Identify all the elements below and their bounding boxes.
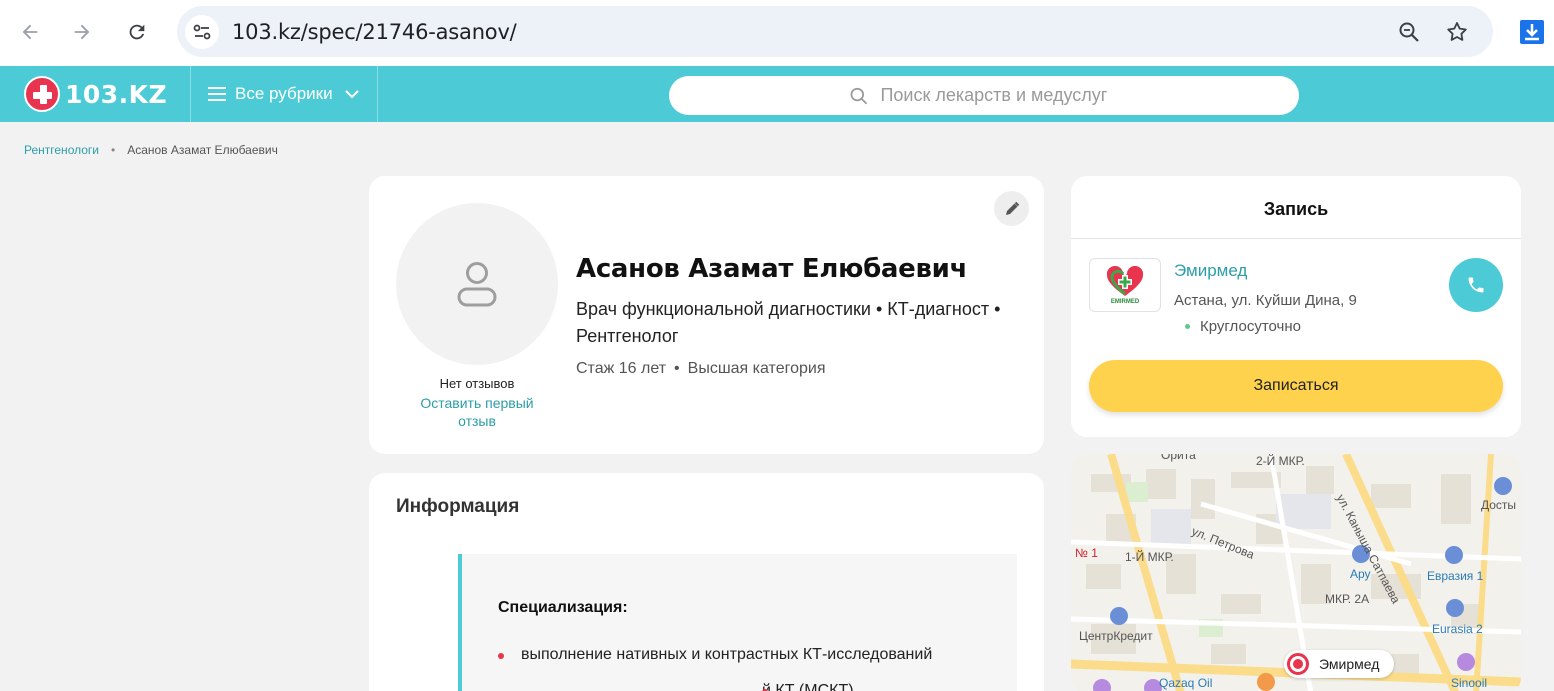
map-label: Евразия 1: [1427, 569, 1484, 583]
map-label: Eurasia 2: [1432, 622, 1483, 636]
map-label: № 1: [1075, 546, 1098, 560]
breadcrumb-current: Асанов Азамат Елюбаевич: [127, 143, 278, 157]
map-label: Досты: [1481, 498, 1517, 512]
map-marker-clinic[interactable]: Эмирмед: [1284, 650, 1394, 678]
breadcrumb: Рентгенологи • Асанов Азамат Елюбаевич: [24, 143, 278, 157]
list-item: й КТ (МСКТ): [762, 682, 854, 691]
chevron-down-icon: [344, 90, 359, 99]
search-box[interactable]: [669, 76, 1299, 115]
info-title: Информация: [396, 496, 520, 517]
user-icon: [457, 262, 497, 307]
info-card: Информация Специализация: выполнение нат…: [369, 473, 1044, 691]
doctor-name: Асанов Азамат Елюбаевич: [576, 254, 968, 284]
logo-text: 103.KZ: [65, 79, 168, 109]
doctor-profile-card: Нет отзывов Оставить первый отзыв Асанов…: [369, 176, 1044, 454]
download-button[interactable]: [1518, 18, 1546, 46]
map-label: ЦентрКредит: [1079, 629, 1153, 643]
phone-icon: [1468, 277, 1484, 293]
search-icon: [850, 87, 868, 104]
hamburger-icon: [208, 87, 226, 101]
map-label: 1-Й МКР.: [1125, 550, 1174, 564]
category-text: Высшая категория: [687, 360, 826, 377]
reload-icon: [129, 24, 145, 40]
map-pin-label: Эмирмед: [1319, 656, 1380, 672]
map-pin-icon: [1287, 653, 1309, 675]
map-label: Орита: [1161, 454, 1196, 462]
star-icon: [1447, 22, 1467, 41]
map-label: Qazaq Oil: [1159, 676, 1213, 690]
forward-button[interactable]: [64, 14, 100, 50]
call-button[interactable]: [1449, 258, 1503, 312]
heart-logo-icon: [1106, 265, 1144, 296]
breadcrumb-separator: •: [111, 143, 116, 157]
divider: [1071, 238, 1521, 239]
pencil-icon: [1005, 201, 1019, 215]
specialization-block: Специализация: выполнение нативных и кон…: [458, 554, 1017, 691]
back-button[interactable]: [12, 14, 48, 50]
medical-cross-icon: [24, 76, 60, 112]
breadcrumb-parent-link[interactable]: Рентгенологи: [24, 143, 99, 157]
map-label: МКР. 2А: [1325, 592, 1370, 606]
avatar: [396, 203, 558, 365]
no-reviews-text: Нет отзывов: [439, 376, 515, 391]
tune-icon: [193, 24, 211, 40]
clinic-hours: Круглосуточно: [1185, 318, 1301, 335]
edit-button[interactable]: [994, 191, 1029, 226]
rubrics-menu[interactable]: Все рубрики: [208, 84, 359, 104]
url-text[interactable]: 103.kz/spec/21746-asanov/: [232, 20, 517, 44]
doctor-specialties: Врач функциональной диагностики • КТ-диа…: [576, 299, 1001, 346]
clinic-logo[interactable]: EMIRMED: [1089, 258, 1161, 312]
clinic-logo-text: EMIRMED: [1110, 298, 1140, 305]
zoom-icon: [1399, 22, 1419, 42]
download-icon: [1520, 20, 1544, 44]
leave-review-link[interactable]: Оставить первый отзыв: [411, 394, 543, 430]
site-info-button[interactable]: [185, 15, 219, 49]
browser-toolbar: 103.kz/spec/21746-asanov/: [0, 0, 1554, 66]
site-header: 103.KZ Все рубрики: [0, 66, 1554, 122]
bookmark-button[interactable]: [1443, 18, 1471, 46]
map-label: 2-Й МКР.: [1256, 454, 1305, 468]
specialization-heading: Специализация:: [498, 599, 628, 616]
arrow-left-icon: [22, 24, 38, 40]
search-input[interactable]: [880, 85, 1299, 106]
site-logo[interactable]: 103.KZ: [24, 76, 167, 112]
zoom-button[interactable]: [1395, 18, 1423, 46]
doctor-meta: Стаж 16 лет • Высшая категория: [576, 360, 825, 378]
meta-separator: •: [674, 360, 680, 377]
booking-title: Запись: [1263, 199, 1329, 219]
clinic-name-link[interactable]: Эмирмед: [1174, 261, 1247, 281]
reload-button[interactable]: [119, 14, 155, 50]
book-appointment-button[interactable]: Записаться: [1089, 360, 1503, 412]
arrow-right-icon: [74, 24, 90, 40]
list-item: выполнение нативных и контрастных КТ-исс…: [498, 646, 932, 664]
map-label: Sinooil: [1451, 676, 1488, 690]
map-label: Ару: [1350, 567, 1371, 581]
clinic-address: Астана, ул. Куйши Дина, 9: [1174, 292, 1357, 309]
header-divider: [377, 66, 378, 122]
experience-text: Стаж 16 лет: [576, 360, 667, 377]
rubrics-label: Все рубрики: [235, 84, 333, 103]
clinic-map[interactable]: Орита 2-Й МКР. ул. Каныша Сатпаева Досты…: [1071, 454, 1521, 691]
booking-card: Запись EMIRMED Эмирмед Астана, ул. Куйши…: [1071, 176, 1521, 437]
address-bar[interactable]: 103.kz/spec/21746-asanov/: [177, 6, 1493, 57]
header-divider: [190, 66, 191, 122]
